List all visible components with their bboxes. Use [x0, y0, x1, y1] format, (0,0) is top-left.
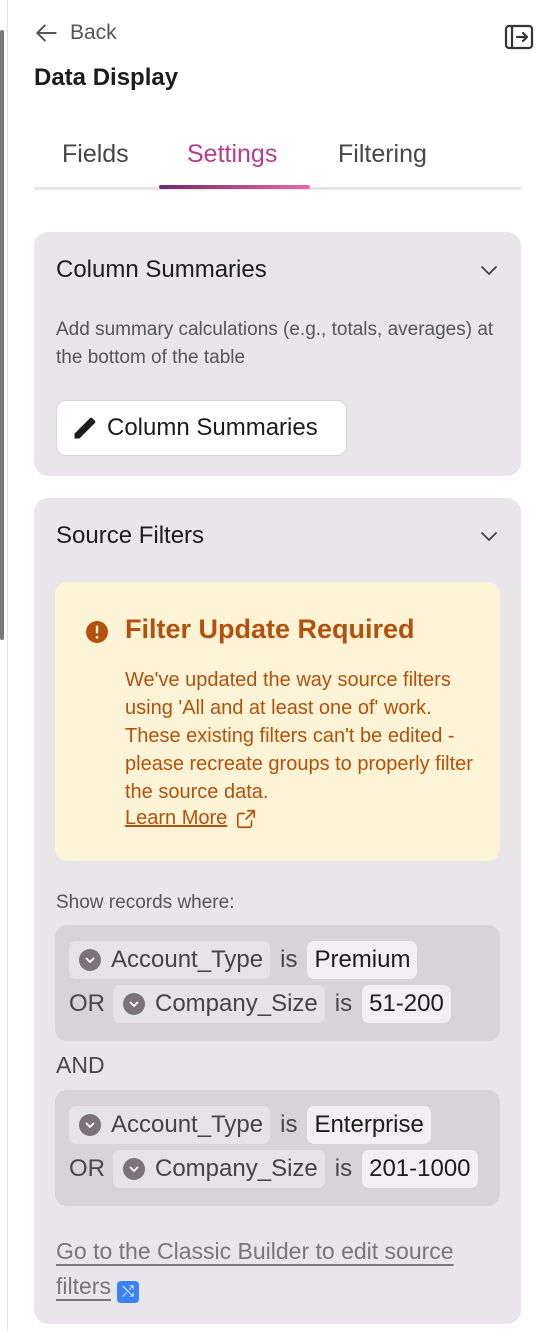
tab-settings[interactable]: Settings	[187, 140, 277, 169]
chevron-down-icon[interactable]	[479, 260, 499, 280]
filter-row: Account_Type is Enterprise	[69, 1106, 431, 1144]
field-name: Company_Size	[155, 990, 318, 1017]
filter-row: Account_Type is Premium	[69, 941, 418, 979]
external-link-icon	[237, 809, 256, 828]
shuffle-icon: ⤭	[116, 1281, 139, 1303]
back-label: Back	[70, 21, 117, 44]
scrollbar[interactable]	[0, 30, 4, 640]
left-panel-edge	[0, 0, 8, 1331]
tab-filtering[interactable]: Filtering	[338, 140, 427, 169]
filter-value[interactable]: 51-200	[362, 985, 451, 1023]
filter-row: OR Company_Size is 201-1000	[69, 1150, 478, 1188]
classic-builder-label: Go to the Classic Builder to edit source…	[56, 1238, 454, 1299]
field-name: Account_Type	[111, 1111, 264, 1138]
collapse-panel-icon[interactable]	[504, 24, 534, 50]
alert-title: Filter Update Required	[125, 614, 415, 644]
chevron-down-icon	[123, 1158, 145, 1180]
show-records-label: Show records where:	[56, 892, 235, 913]
field-selector[interactable]: Account_Type	[69, 941, 271, 979]
chevron-down-icon[interactable]	[479, 526, 499, 546]
column-summaries-section: Column Summaries Add summary calculation…	[34, 232, 521, 476]
active-tab-indicator	[159, 185, 310, 189]
learn-more-label: Learn More	[125, 807, 228, 829]
alert-body: We've updated the way source filters usi…	[125, 669, 473, 803]
operator-label: is	[334, 1155, 353, 1182]
filter-row: OR Company_Size is 51-200	[69, 985, 451, 1023]
tab-bar: Fields Settings Filtering	[34, 128, 521, 190]
operator-label: is	[280, 946, 298, 973]
filter-group: Account_Type is Premium OR Company_Size …	[55, 925, 500, 1041]
tab-fields[interactable]: Fields	[62, 140, 129, 169]
field-name: Company_Size	[155, 1155, 318, 1182]
section-title: Source Filters	[56, 522, 205, 549]
arrow-left-icon	[36, 24, 57, 42]
operator-label: is	[334, 990, 353, 1017]
chevron-down-icon	[79, 1114, 101, 1136]
filter-value[interactable]: Enterprise	[307, 1106, 431, 1144]
back-button[interactable]: Back	[34, 20, 117, 46]
filter-update-alert: Filter Update Required We've updated the…	[55, 582, 500, 861]
filter-group: Account_Type is Enterprise OR Company_Si…	[55, 1090, 500, 1206]
classic-builder-link[interactable]: Go to the Classic Builder to edit source…	[56, 1234, 456, 1304]
button-label: Column Summaries	[107, 414, 318, 441]
or-connector: OR	[69, 1155, 105, 1182]
section-description: Add summary calculations (e.g., totals, …	[56, 319, 494, 368]
field-selector[interactable]: Company_Size	[113, 985, 325, 1023]
section-title: Column Summaries	[56, 256, 267, 283]
page-title: Data Display	[34, 64, 179, 91]
and-connector: AND	[56, 1052, 105, 1078]
source-filters-section: Source Filters Filter Update Required We…	[34, 498, 521, 1324]
field-name: Account_Type	[111, 946, 264, 973]
alert-icon	[86, 621, 108, 643]
filter-value[interactable]: 201-1000	[362, 1150, 478, 1188]
chevron-down-icon	[123, 993, 145, 1015]
field-selector[interactable]: Company_Size	[113, 1150, 325, 1188]
operator-label: is	[280, 1111, 298, 1138]
pencil-icon	[74, 417, 96, 439]
learn-more-link[interactable]: Learn More	[125, 807, 257, 830]
column-summaries-button[interactable]: Column Summaries	[56, 400, 347, 456]
or-connector: OR	[69, 990, 105, 1017]
chevron-down-icon	[79, 949, 101, 971]
field-selector[interactable]: Account_Type	[69, 1106, 271, 1144]
filter-value[interactable]: Premium	[307, 941, 418, 979]
